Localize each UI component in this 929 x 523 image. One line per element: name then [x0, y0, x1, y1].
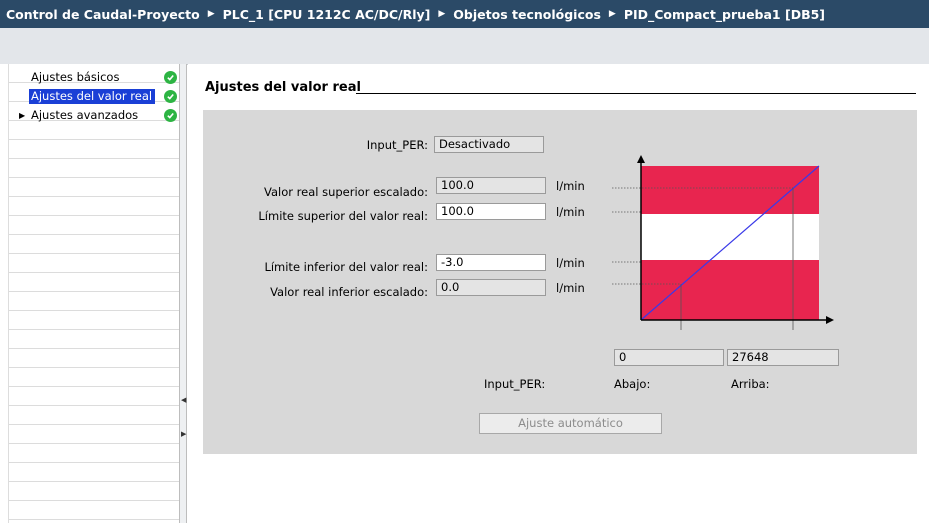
- breadcrumb-separator-icon: ▶: [608, 9, 616, 19]
- scaling-input-per-label: Input_PER:: [484, 377, 546, 391]
- upper-limit-input[interactable]: 100.0: [436, 203, 546, 220]
- panel-splitter[interactable]: ◀ ▶: [179, 64, 187, 523]
- lower-limit-input[interactable]: -3.0: [436, 254, 546, 271]
- input-per-label: Input_PER:: [366, 138, 428, 152]
- section-divider: [356, 93, 916, 94]
- y-axis-arrow-icon: [637, 155, 645, 163]
- section-title: Ajustes del valor real: [205, 80, 361, 95]
- nav-item-label: Ajustes del valor real: [29, 89, 156, 104]
- input-per-high-field: 27648: [727, 349, 839, 366]
- nav-item-basic-settings[interactable]: Ajustes básicos: [9, 69, 179, 86]
- nav-item-label: Ajustes básicos: [31, 70, 120, 84]
- check-icon: [164, 109, 177, 122]
- upper-limit-label: Límite superior del valor real:: [258, 209, 428, 223]
- lower-scaled-unit: l/min: [556, 281, 585, 295]
- collapse-left-icon[interactable]: ◀: [181, 396, 186, 404]
- check-icon: [164, 90, 177, 103]
- expand-right-icon[interactable]: ▶: [181, 430, 186, 438]
- check-icon: [164, 71, 177, 84]
- navigation-tree: Ajustes básicos Ajustes del valor real ▶…: [9, 64, 180, 523]
- breadcrumb-item-db[interactable]: PID_Compact_prueba1 [DB5]: [624, 7, 825, 22]
- breadcrumb: Control de Caudal-Proyecto ▶ PLC_1 [CPU …: [0, 0, 929, 28]
- scaling-high-label: Arriba:: [731, 377, 770, 391]
- scaling-diagram: [612, 155, 834, 330]
- valid-zone: [641, 214, 819, 260]
- nav-item-advanced-settings[interactable]: ▶ Ajustes avanzados: [9, 107, 179, 124]
- input-per-low-field: 0: [614, 349, 724, 366]
- upper-scaled-field: 100.0: [436, 177, 546, 194]
- upper-limit-unit: l/min: [556, 205, 585, 219]
- upper-scaled-unit: l/min: [556, 179, 585, 193]
- nav-item-process-value-settings[interactable]: Ajustes del valor real: [9, 88, 179, 105]
- expand-arrow-icon[interactable]: ▶: [19, 111, 25, 120]
- auto-adjust-button[interactable]: Ajuste automático: [479, 413, 662, 434]
- breadcrumb-item-plc[interactable]: PLC_1 [CPU 1212C AC/DC/Rly]: [223, 7, 431, 22]
- breadcrumb-separator-icon: ▶: [207, 9, 215, 19]
- upper-limit-zone: [641, 166, 819, 214]
- input-per-field[interactable]: Desactivado: [434, 136, 544, 153]
- lower-scaled-field: 0.0: [436, 279, 546, 296]
- upper-scaled-label: Valor real superior escalado:: [264, 185, 428, 199]
- toolbar-strip: [0, 28, 929, 65]
- breadcrumb-item-project[interactable]: Control de Caudal-Proyecto: [6, 7, 200, 22]
- breadcrumb-separator-icon: ▶: [438, 9, 446, 19]
- scaling-low-label: Abajo:: [614, 377, 651, 391]
- nav-item-label: Ajustes avanzados: [31, 108, 139, 122]
- left-edge-panel: [0, 64, 9, 523]
- lower-limit-zone: [641, 260, 819, 320]
- lower-scaled-label: Valor real inferior escalado:: [270, 285, 428, 299]
- x-axis-arrow-icon: [826, 316, 834, 324]
- lower-limit-label: Límite inferior del valor real:: [264, 260, 428, 274]
- breadcrumb-item-tech-objects[interactable]: Objetos tecnológicos: [453, 7, 601, 22]
- lower-limit-unit: l/min: [556, 256, 585, 270]
